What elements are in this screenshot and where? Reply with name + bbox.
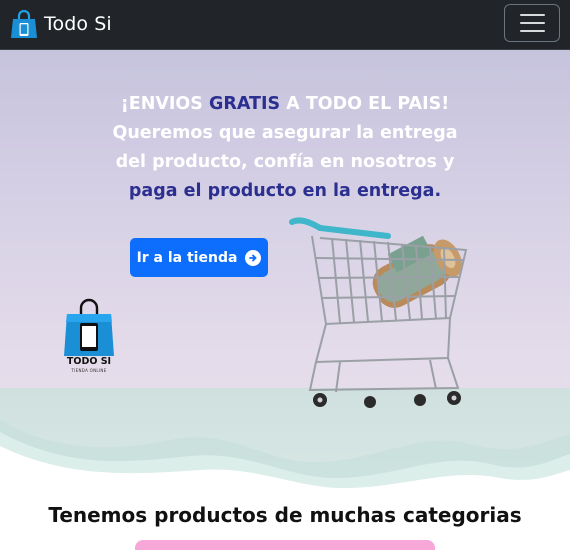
navbar: Todo Si — [0, 0, 570, 50]
shopping-cart-image — [289, 217, 468, 408]
go-to-store-button[interactable]: Ir a la tienda — [130, 238, 268, 277]
hero-line-4: paga el producto en la entrega. — [128, 181, 442, 201]
arrow-circle-right-icon — [245, 249, 262, 266]
hero-message: ¡ENVIOS GRATIS A TODO EL PAIS! Queremos … — [100, 90, 470, 206]
hamburger-menu-icon — [519, 14, 545, 16]
hero-line-2: Queremos que asegurar la entrega — [112, 123, 458, 143]
wave-divider — [0, 420, 570, 500]
logo-subtitle: TIENDA ONLINE — [71, 368, 107, 373]
go-to-store-label: Ir a la tienda — [136, 249, 238, 266]
hero-headline: ¡ENVIOS GRATIS A TODO EL PAIS! — [120, 94, 450, 114]
navbar-toggler-button[interactable] — [504, 4, 560, 42]
shopping-bag-logo-icon — [64, 298, 114, 356]
brand-name: Todo Si — [44, 13, 112, 35]
hero-line-3: del producto, confía en nosotros y — [115, 152, 455, 172]
brand-link[interactable]: Todo Si — [11, 9, 112, 39]
section-title: Tenemos productos de muchas categorias — [48, 503, 522, 527]
shopping-bag-icon — [11, 10, 37, 38]
category-banner[interactable] — [135, 540, 435, 550]
logo-title: TODO SI — [66, 356, 112, 367]
store-logo: TODO SI TIENDA ONLINE — [60, 298, 118, 378]
